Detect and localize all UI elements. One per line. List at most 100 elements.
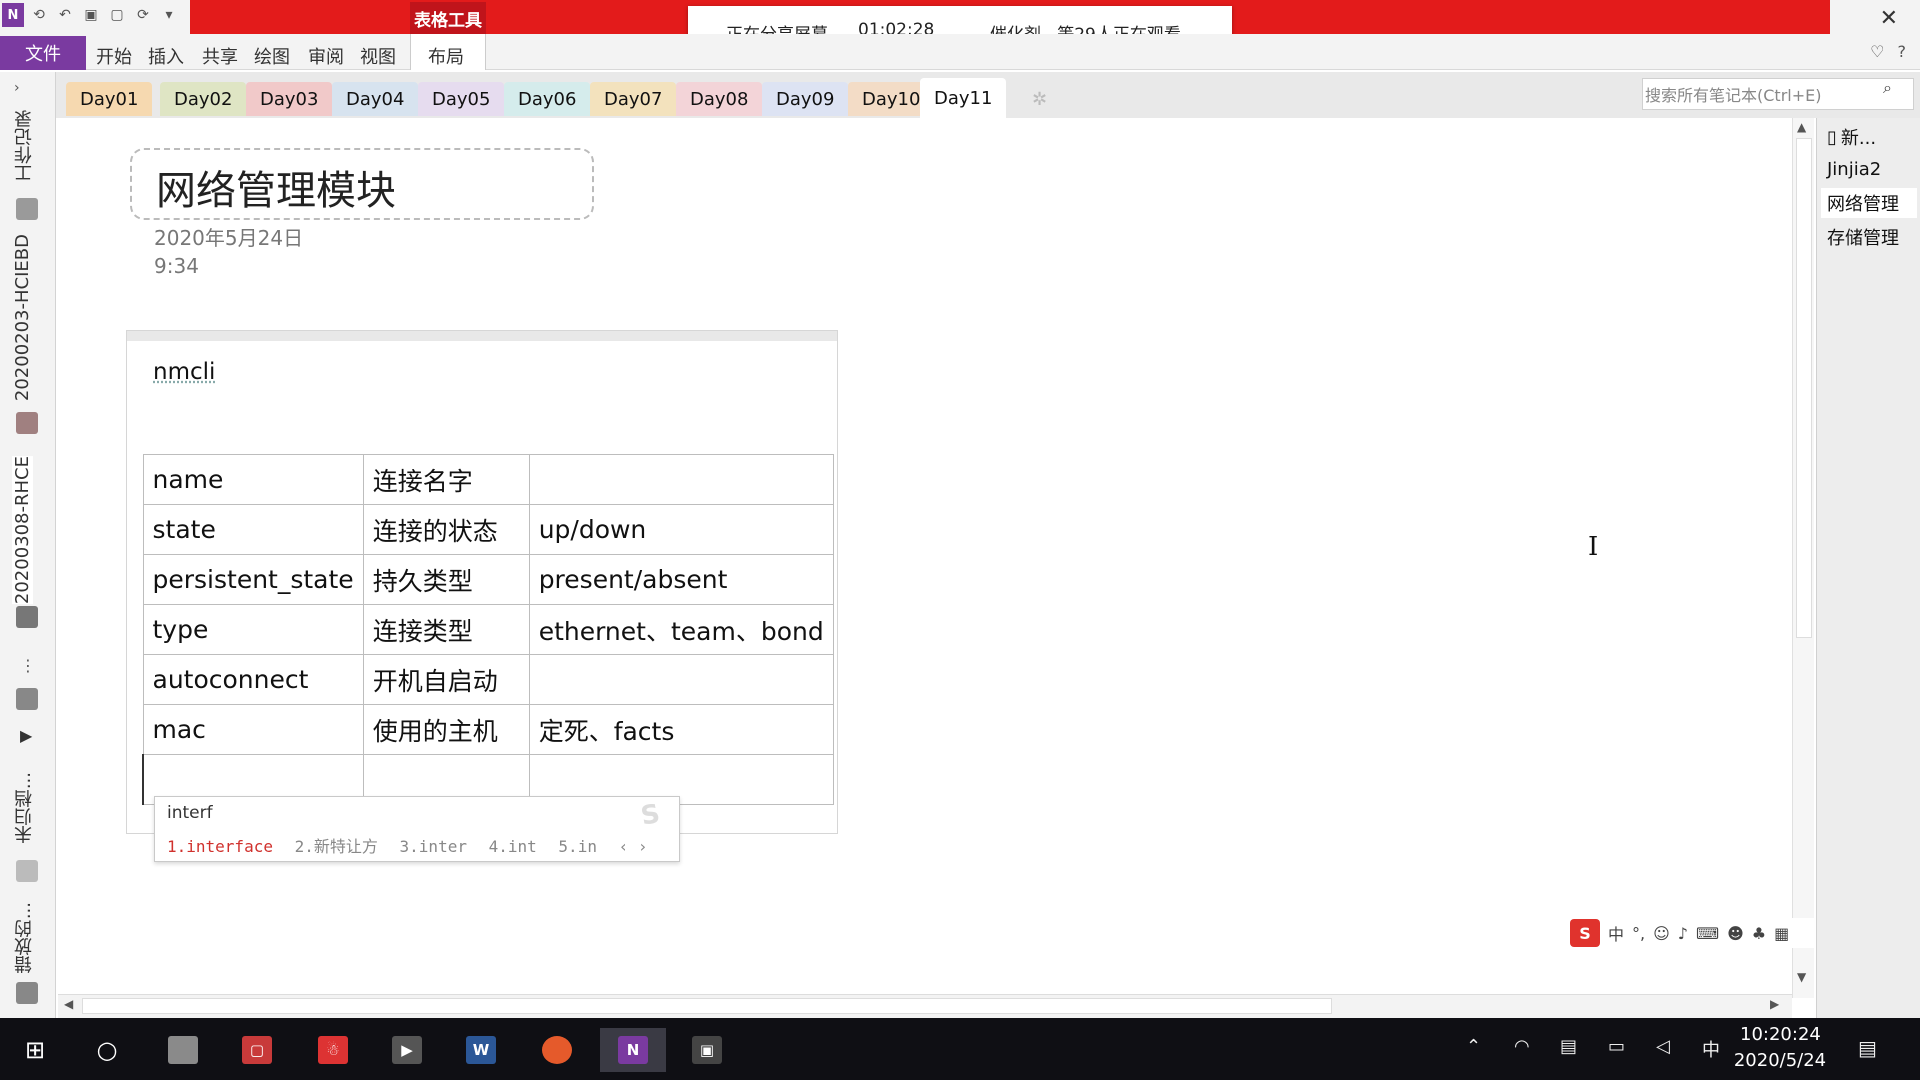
- table-cell[interactable]: 连接类型: [362, 604, 530, 655]
- table-cell[interactable]: present/absent: [528, 554, 834, 605]
- customize-qat-icon[interactable]: ▾: [158, 4, 180, 26]
- section-tab-day05[interactable]: Day05: [418, 82, 505, 116]
- tab-layout[interactable]: 布局: [428, 43, 464, 69]
- notebook-misplaced[interactable]: 错放的...: [12, 902, 38, 973]
- table-cell[interactable]: up/down: [528, 504, 834, 555]
- table-cell[interactable]: [528, 454, 834, 505]
- taskbar-firefox[interactable]: [530, 1028, 584, 1072]
- taskbar-remote[interactable]: ▶: [380, 1028, 434, 1072]
- notebook-worklog[interactable]: 工作记录: [12, 110, 38, 182]
- add-notebook-icon[interactable]: [16, 982, 38, 1004]
- scrollbar-thumb[interactable]: [1796, 138, 1812, 638]
- page-title[interactable]: 网络管理模块: [156, 158, 396, 216]
- ime-candidate[interactable]: 1.interface: [167, 837, 273, 856]
- clock-date[interactable]: 2020/5/24: [1730, 1050, 1830, 1071]
- close-button[interactable]: ✕: [1880, 6, 1898, 31]
- section-tab-day02[interactable]: Day02: [160, 82, 247, 116]
- table-cell[interactable]: ethernet、team、bond: [528, 604, 834, 655]
- ime-candidate[interactable]: 2.新特让方: [295, 837, 378, 856]
- table-cell[interactable]: 连接的状态: [362, 504, 530, 555]
- toolbox-icon[interactable]: ▦: [1774, 924, 1789, 943]
- microphone-icon[interactable]: ♪: [1678, 924, 1688, 943]
- notebook-rhce[interactable]: 20200308-RHCE: [12, 456, 33, 605]
- search-input[interactable]: 搜索所有笔记本(Ctrl+E): [1642, 78, 1914, 110]
- table-cell[interactable]: 开机自启动: [362, 654, 530, 705]
- taskbar-screen-share[interactable]: ▣: [680, 1028, 734, 1072]
- notebook-unfiled[interactable]: 未归档...: [12, 772, 38, 843]
- table-cell[interactable]: 持久类型: [362, 554, 530, 605]
- page-item-storage[interactable]: 存储管理: [1821, 222, 1917, 252]
- user-icon[interactable]: ☻: [1727, 924, 1744, 943]
- table-cell[interactable]: mac: [142, 704, 364, 755]
- clock-time[interactable]: 10:20:24: [1740, 1024, 1821, 1045]
- battery-icon[interactable]: ▭: [1608, 1036, 1625, 1057]
- section-tab-day11[interactable]: Day11: [920, 78, 1007, 118]
- section-tab-day03[interactable]: Day03: [246, 82, 333, 116]
- volume-icon[interactable]: ◁: [1656, 1036, 1670, 1057]
- start-button[interactable]: ⊞: [8, 1028, 62, 1072]
- page-item-network[interactable]: 网络管理: [1821, 188, 1917, 218]
- scroll-left-icon[interactable]: ◀: [64, 997, 73, 1011]
- scroll-right-icon[interactable]: ▶: [1770, 997, 1779, 1011]
- ime-candidate[interactable]: 3.inter: [400, 837, 467, 856]
- more-icon[interactable]: ⋮: [20, 656, 36, 675]
- vertical-scrollbar[interactable]: ▲ ▼: [1792, 118, 1814, 998]
- sogou-logo-icon[interactable]: S: [1570, 919, 1600, 947]
- tab-review[interactable]: 审阅: [308, 43, 344, 69]
- ime-candidate[interactable]: 5.in: [558, 837, 597, 856]
- search-icon[interactable]: ⌕: [1883, 78, 1892, 98]
- ime-candidate-window[interactable]: interf 1.interface 2.新特让方 3.inter 4.int …: [154, 796, 680, 862]
- collapse-ribbon-icon[interactable]: ♡: [1870, 42, 1884, 61]
- keyboard-icon[interactable]: ⌨: [1696, 924, 1719, 943]
- section-tab-day09[interactable]: Day09: [762, 82, 849, 116]
- dock-icon[interactable]: ▣: [80, 4, 102, 26]
- taskbar-onenote[interactable]: N: [600, 1028, 666, 1072]
- table-cell[interactable]: 连接名字: [362, 454, 530, 505]
- input-language[interactable]: 中: [1702, 1036, 1720, 1062]
- expand-nav-icon[interactable]: ›: [14, 80, 20, 96]
- scroll-up-icon[interactable]: ▲: [1797, 120, 1806, 134]
- table-cell[interactable]: type: [142, 604, 364, 655]
- ime-mode-toggle[interactable]: 中: [1608, 921, 1624, 945]
- taskbar-app-red[interactable]: ▢: [230, 1028, 284, 1072]
- punctuation-icon[interactable]: °,: [1632, 924, 1645, 943]
- container-drag-handle[interactable]: [127, 331, 837, 341]
- wifi-icon[interactable]: ◠: [1514, 1036, 1530, 1057]
- back-icon[interactable]: ⟲: [28, 4, 50, 26]
- table-cell[interactable]: name: [142, 454, 364, 505]
- tab-draw[interactable]: 绘图: [254, 43, 290, 69]
- help-icon[interactable]: ?: [1898, 42, 1907, 61]
- taskbar-qq[interactable]: ☃: [306, 1028, 360, 1072]
- search-button[interactable]: ○: [80, 1028, 134, 1072]
- ime-next-page-icon[interactable]: ‹ ›: [619, 837, 648, 856]
- horizontal-scrollbar[interactable]: ◀ ▶: [58, 994, 1792, 1018]
- tab-home[interactable]: 开始: [96, 43, 132, 69]
- stack-icon[interactable]: [16, 688, 38, 710]
- section-tab-day06[interactable]: Day06: [504, 82, 591, 116]
- fullpage-icon[interactable]: ▢: [106, 4, 128, 26]
- notification-center-icon[interactable]: ▤: [1858, 1036, 1877, 1060]
- tab-view[interactable]: 视图: [360, 43, 396, 69]
- tab-insert[interactable]: 插入: [148, 43, 184, 69]
- sogou-ime-toolbar[interactable]: S 中 °, ☺ ♪ ⌨ ☻ ♣ ▦: [1566, 918, 1816, 948]
- add-section-icon[interactable]: ✲: [1018, 82, 1062, 116]
- page-canvas[interactable]: 网络管理模块 2020年5月24日 9:34 nmcli name 连接名字 s…: [58, 118, 1792, 998]
- taskbar-word[interactable]: W: [454, 1028, 508, 1072]
- show-hidden-icons[interactable]: ⌃: [1466, 1036, 1481, 1057]
- note-heading[interactable]: nmcli: [153, 359, 215, 385]
- section-tab-day04[interactable]: Day04: [332, 82, 419, 116]
- nmcli-table[interactable]: name 连接名字 state 连接的状态 up/down persistent…: [141, 454, 834, 805]
- taskbar-file-explorer[interactable]: [156, 1028, 210, 1072]
- notebook-hciebd[interactable]: 20200203-HCIEBD: [12, 234, 33, 401]
- emoji-icon[interactable]: ☺: [1653, 924, 1670, 943]
- scroll-down-icon[interactable]: ▼: [1797, 970, 1806, 984]
- tray-app-icon[interactable]: ▤: [1560, 1036, 1577, 1057]
- scrollbar-thumb[interactable]: [82, 998, 1332, 1014]
- table-cell[interactable]: persistent_state: [142, 554, 364, 605]
- table-cell[interactable]: 使用的主机: [362, 704, 530, 755]
- expand-arrow-icon[interactable]: ▶: [20, 726, 32, 745]
- ime-candidate[interactable]: 4.int: [489, 837, 537, 856]
- table-cell[interactable]: [528, 654, 834, 705]
- undo-icon[interactable]: ↶: [54, 4, 76, 26]
- file-tab[interactable]: 文件: [0, 36, 86, 70]
